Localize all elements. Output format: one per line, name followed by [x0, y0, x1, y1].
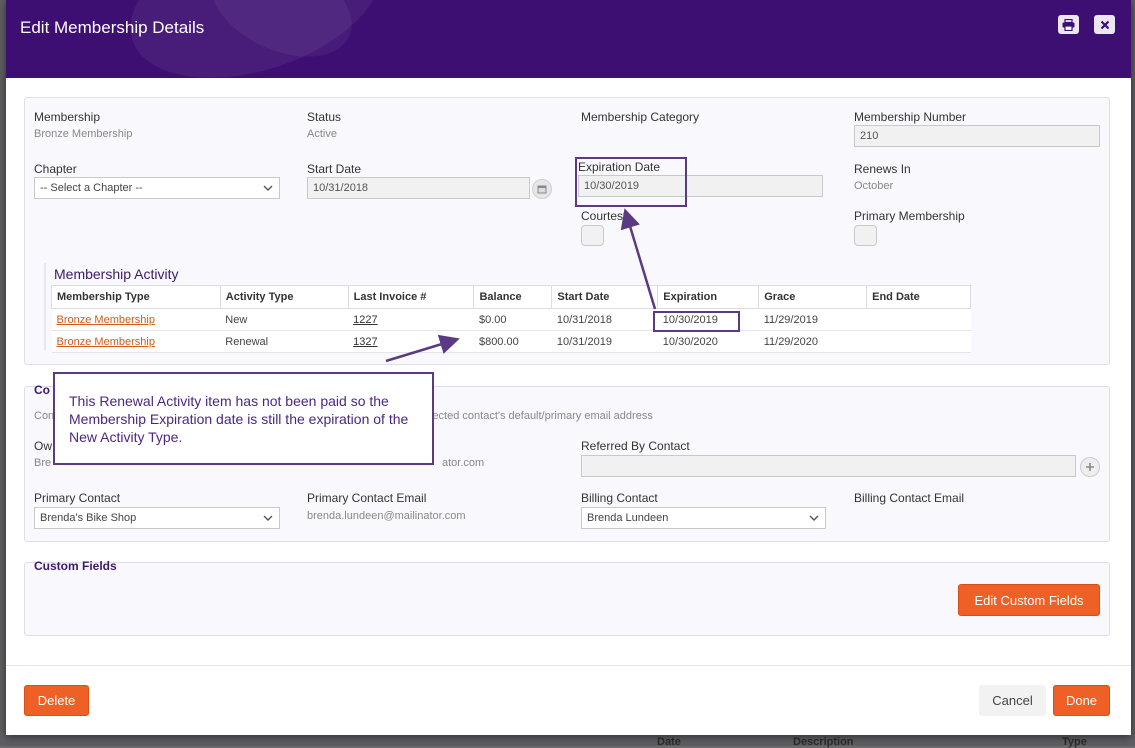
membership-category-label: Membership Category [581, 110, 700, 124]
renews-in-value: October [854, 180, 894, 192]
primary-contact-value: Brenda's Bike Shop [40, 512, 137, 524]
courtesy-checkbox[interactable] [581, 225, 604, 246]
end-date-cell [866, 330, 971, 353]
membership-type-link[interactable]: Bronze Membership [57, 314, 155, 326]
contacts-section-title: Co [34, 383, 50, 397]
primary-contact-select[interactable]: Brenda's Bike Shop [34, 507, 280, 529]
close-icon [1100, 20, 1109, 29]
add-referred-contact-button[interactable] [1080, 457, 1100, 477]
primary-membership-checkbox[interactable] [854, 225, 877, 246]
primary-membership-label: Primary Membership [854, 209, 965, 223]
status-label: Status [307, 110, 342, 124]
primary-contact-label: Primary Contact [34, 491, 121, 505]
activity-border [44, 263, 46, 350]
close-button[interactable] [1094, 15, 1115, 34]
grace-cell: 11/29/2020 [758, 330, 867, 353]
table-row: Bronze Membership New 1227 $0.00 10/31/2… [51, 308, 971, 331]
activity-type-cell: New [220, 308, 349, 331]
table-row: Bronze Membership Renewal 1327 $800.00 1… [51, 330, 971, 353]
row-expiration-highlight-box [653, 311, 740, 332]
invoice-link[interactable]: 1327 [353, 336, 377, 348]
membership-activity-title: Membership Activity [54, 266, 179, 282]
grace-cell: 11/29/2019 [758, 308, 867, 331]
contacts-hint: lected contact's default/primary email a… [430, 410, 653, 422]
calendar-icon [537, 185, 547, 194]
balance-cell: $800.00 [473, 330, 552, 353]
backdrop-col-description: Description [793, 736, 854, 748]
start-date-cell: 10/31/2019 [551, 330, 658, 353]
primary-contact-email-value: brenda.lundeen@mailinator.com [307, 510, 466, 522]
membership-number-input[interactable]: 210 [854, 125, 1100, 147]
print-icon [1062, 18, 1075, 31]
edit-membership-modal: Edit Membership Details Membership Bronz… [6, 0, 1131, 735]
plus-icon [1086, 463, 1094, 471]
print-button[interactable] [1058, 15, 1079, 34]
billing-contact-label: Billing Contact [581, 491, 658, 505]
annotation-callout: This Renewal Activity item has not been … [53, 372, 434, 465]
membership-number-label: Membership Number [854, 110, 967, 124]
end-date-cell [866, 308, 971, 331]
billing-contact-value: Brenda Lundeen [587, 512, 669, 524]
col-activity-type: Activity Type [219, 285, 349, 309]
col-expiration: Expiration [657, 285, 760, 309]
start-date-cell: 10/31/2018 [551, 308, 658, 331]
referred-by-label: Referred By Contact [581, 439, 690, 453]
chapter-label: Chapter [34, 162, 77, 176]
contacts-hint-prefix: Con [34, 410, 55, 422]
start-date-label: Start Date [307, 162, 362, 176]
membership-label: Membership [34, 110, 101, 124]
col-last-invoice: Last Invoice # [347, 285, 475, 309]
start-date-picker-button[interactable] [532, 179, 552, 199]
backdrop-col-type: Type [1062, 736, 1087, 748]
col-membership-type: Membership Type [51, 285, 221, 309]
custom-fields-title: Custom Fields [34, 559, 117, 573]
modal-header: Edit Membership Details [6, 0, 1131, 78]
edit-custom-fields-button[interactable]: Edit Custom Fields [958, 584, 1100, 616]
expiration-highlight-box [575, 157, 687, 207]
col-grace: Grace [758, 285, 868, 309]
annotation-text: This Renewal Activity item has not been … [69, 393, 409, 445]
custom-fields-panel [24, 562, 1110, 636]
owner-email: ator.com [442, 457, 485, 469]
done-button[interactable]: Done [1053, 685, 1110, 716]
activity-type-cell: Renewal [220, 330, 349, 353]
owner-value: Bre [34, 457, 52, 469]
cancel-button[interactable]: Cancel [979, 685, 1046, 716]
footer-divider [6, 665, 1131, 666]
membership-type-link[interactable]: Bronze Membership [57, 336, 155, 348]
membership-value: Bronze Membership [34, 128, 133, 140]
referred-by-input[interactable] [581, 455, 1076, 477]
status-value: Active [307, 128, 337, 140]
billing-contact-select[interactable]: Brenda Lundeen [581, 507, 826, 529]
primary-contact-email-label: Primary Contact Email [307, 491, 427, 505]
expiration-cell: 10/30/2020 [657, 330, 759, 353]
owner-label: Ow [34, 439, 52, 453]
modal-title: Edit Membership Details [20, 18, 205, 37]
col-end-date: End Date [866, 285, 971, 309]
billing-contact-email-label: Billing Contact Email [854, 491, 965, 505]
delete-button[interactable]: Delete [24, 685, 89, 716]
renews-in-label: Renews In [854, 162, 911, 176]
backdrop-col-date: Date [657, 736, 681, 748]
chevron-down-icon [263, 185, 273, 191]
col-start-date: Start Date [551, 285, 659, 309]
chevron-down-icon [263, 515, 273, 521]
table-header-row: Membership Type Activity Type Last Invoi… [51, 285, 971, 309]
invoice-link[interactable]: 1227 [353, 314, 377, 326]
chapter-select[interactable]: -- Select a Chapter -- [34, 177, 280, 199]
courtesy-label: Courtesy [581, 209, 630, 223]
chevron-down-icon [809, 515, 819, 521]
chapter-select-value: -- Select a Chapter -- [40, 182, 143, 194]
balance-cell: $0.00 [473, 308, 552, 331]
start-date-input[interactable]: 10/31/2018 [307, 177, 530, 199]
col-balance: Balance [473, 285, 553, 309]
membership-activity-table: Membership Type Activity Type Last Invoi… [51, 285, 971, 353]
